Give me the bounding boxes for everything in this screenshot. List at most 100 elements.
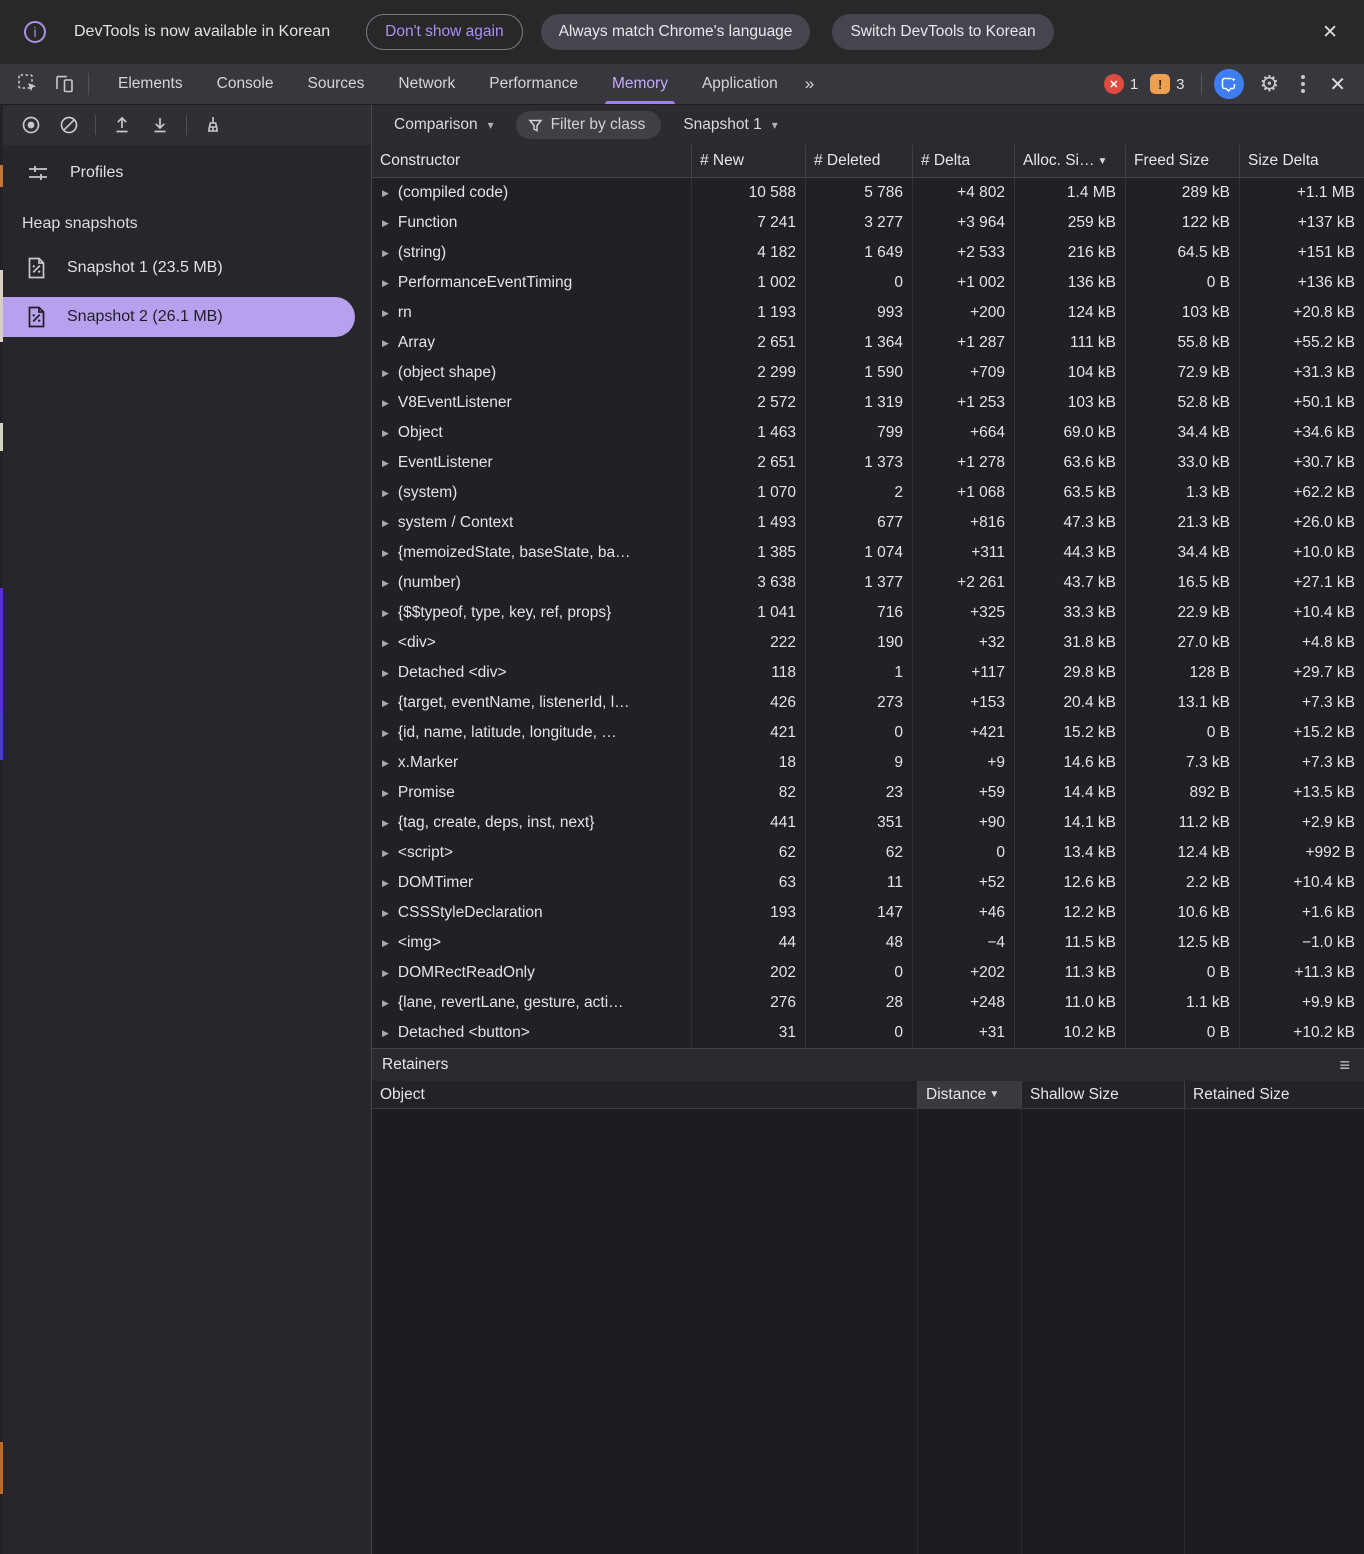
column-header[interactable]: Size Delta (1239, 145, 1364, 177)
table-row[interactable]: ▶ {$$typeof, type, key, ref, props} 1 041 7… (372, 598, 1364, 628)
expand-triangle-icon[interactable]: ▶ (382, 578, 389, 589)
sidebar-item-snapshot-1[interactable]: Snapshot 1 (23.5 MB) (0, 248, 371, 288)
inspect-element-icon[interactable] (10, 64, 46, 104)
baseline-snapshot-dropdown[interactable]: Snapshot 1 ▾ (675, 116, 785, 134)
sidebar-item-profiles[interactable]: Profiles (0, 151, 371, 195)
tab-elements[interactable]: Elements (101, 64, 200, 104)
table-row[interactable]: ▶ (object shape) 2 299 1 590 +709 104 kB 72.9 … (372, 358, 1364, 388)
expand-triangle-icon[interactable]: ▶ (382, 758, 389, 769)
view-mode-dropdown[interactable]: Comparison ▾ (386, 116, 502, 134)
tab-memory[interactable]: Memory (595, 64, 685, 104)
table-row[interactable]: ▶ system / Context 1 493 677 +816 47.3 kB 21.3… (372, 508, 1364, 538)
expand-triangle-icon[interactable]: ▶ (382, 908, 389, 919)
device-toolbar-icon[interactable] (46, 64, 82, 104)
table-row[interactable]: ▶ {lane, revertLane, gesture, acti… 276 28 +… (372, 988, 1364, 1018)
table-row[interactable]: ▶ <div> 222 190 +32 31.8 kB 27.0 kB +4.8 kB (372, 628, 1364, 658)
table-row[interactable]: ▶ (compiled code) 10 588 5 786 +4 802 1.4 MB 2… (372, 178, 1364, 208)
expand-triangle-icon[interactable]: ▶ (382, 698, 389, 709)
table-row[interactable]: ▶ DOMTimer 63 11 +52 12.6 kB 2.2 kB +10.4 kB (372, 868, 1364, 898)
expand-triangle-icon[interactable]: ▶ (382, 248, 389, 259)
table-row[interactable]: ▶ (number) 3 638 1 377 +2 261 43.7 kB 16.5 kB +… (372, 568, 1364, 598)
issues-badge-icon[interactable]: ! (1150, 74, 1171, 94)
record-heap-snapshot-icon[interactable] (14, 110, 48, 140)
expand-triangle-icon[interactable]: ▶ (382, 278, 389, 289)
tab-application[interactable]: Application (685, 64, 795, 104)
table-row[interactable]: ▶ Detached <div> 118 1 +117 29.8 kB 128 B +29.7… (372, 658, 1364, 688)
save-profile-icon[interactable] (143, 110, 177, 140)
expand-triangle-icon[interactable]: ▶ (382, 608, 389, 619)
table-row[interactable]: ▶ {memoizedState, baseState, ba… 1 385 1 07… (372, 538, 1364, 568)
more-options-icon[interactable] (1289, 75, 1317, 93)
load-profile-icon[interactable] (105, 110, 139, 140)
tab-console[interactable]: Console (200, 64, 291, 104)
expand-triangle-icon[interactable]: ▶ (382, 968, 389, 979)
expand-triangle-icon[interactable]: ▶ (382, 218, 389, 229)
table-row[interactable]: ▶ CSSStyleDeclaration 193 147 +46 12.2 kB 10.6… (372, 898, 1364, 928)
more-tabs-icon[interactable]: » (795, 64, 824, 104)
expand-triangle-icon[interactable]: ▶ (382, 998, 389, 1009)
tab-performance[interactable]: Performance (472, 64, 595, 104)
expand-triangle-icon[interactable]: ▶ (382, 938, 389, 949)
column-header[interactable]: Alloc. Si… ▼ (1014, 145, 1125, 177)
column-header[interactable]: # Delta (912, 145, 1014, 177)
retainers-column-header[interactable]: Object (372, 1081, 917, 1108)
retainers-column-header[interactable]: Shallow Size (1021, 1081, 1184, 1108)
expand-triangle-icon[interactable]: ▶ (382, 728, 389, 739)
expand-triangle-icon[interactable]: ▶ (382, 338, 389, 349)
table-row[interactable]: ▶ (string) 4 182 1 649 +2 533 216 kB 64.5 kB +1… (372, 238, 1364, 268)
match-language-button[interactable]: Always match Chrome's language (540, 14, 811, 50)
expand-triangle-icon[interactable]: ▶ (382, 188, 389, 199)
column-header[interactable]: # Deleted (805, 145, 912, 177)
switch-korean-button[interactable]: Switch DevTools to Korean (832, 14, 1054, 50)
class-filter-input[interactable]: Filter by class (515, 111, 662, 139)
error-count[interactable]: 1 (1130, 76, 1138, 93)
expand-triangle-icon[interactable]: ▶ (382, 428, 389, 439)
table-row[interactable]: ▶ {target, eventName, listenerId, l… 426 27… (372, 688, 1364, 718)
table-row[interactable]: ▶ Promise 82 23 +59 14.4 kB 892 B +13.5 kB (372, 778, 1364, 808)
table-row[interactable]: ▶ Function 7 241 3 277 +3 964 259 kB 122 kB +13… (372, 208, 1364, 238)
expand-triangle-icon[interactable]: ▶ (382, 398, 389, 409)
table-row[interactable]: ▶ DOMRectReadOnly 202 0 +202 11.3 kB 0 B +11.3 … (372, 958, 1364, 988)
retainers-column-header[interactable]: Retained Size (1184, 1081, 1364, 1108)
expand-triangle-icon[interactable]: ▶ (382, 848, 389, 859)
expand-triangle-icon[interactable]: ▶ (382, 518, 389, 529)
retainers-menu-icon[interactable]: ≡ (1335, 1055, 1354, 1076)
settings-gear-icon[interactable]: ⚙ (1252, 73, 1288, 95)
table-row[interactable]: ▶ {tag, create, deps, inst, next} 441 351 +9… (372, 808, 1364, 838)
infobar-close-icon[interactable]: ✕ (1314, 17, 1346, 48)
dont-show-again-button[interactable]: Don't show again (366, 14, 523, 50)
table-row[interactable]: ▶ <img> 44 48 −4 11.5 kB 12.5 kB −1.0 kB (372, 928, 1364, 958)
expand-triangle-icon[interactable]: ▶ (382, 818, 389, 829)
table-row[interactable]: ▶ Detached <button> 31 0 +31 10.2 kB 0 B +10.2 … (372, 1018, 1364, 1048)
table-row[interactable]: ▶ rn 1 193 993 +200 124 kB 103 kB +20.8 kB (372, 298, 1364, 328)
table-row[interactable]: ▶ EventListener 2 651 1 373 +1 278 63.6 kB 33.… (372, 448, 1364, 478)
table-row[interactable]: ▶ (system) 1 070 2 +1 068 63.5 kB 1.3 kB +62.2 … (372, 478, 1364, 508)
table-row[interactable]: ▶ PerformanceEventTiming 1 002 0 +1 002 136 k… (372, 268, 1364, 298)
expand-triangle-icon[interactable]: ▶ (382, 308, 389, 319)
expand-triangle-icon[interactable]: ▶ (382, 1028, 389, 1039)
expand-triangle-icon[interactable]: ▶ (382, 638, 389, 649)
expand-triangle-icon[interactable]: ▶ (382, 458, 389, 469)
table-row[interactable]: ▶ Object 1 463 799 +664 69.0 kB 34.4 kB +34.6 k… (372, 418, 1364, 448)
table-row[interactable]: ▶ x.Marker 18 9 +9 14.6 kB 7.3 kB +7.3 kB (372, 748, 1364, 778)
devtools-close-icon[interactable]: ✕ (1319, 72, 1356, 97)
table-row[interactable]: ▶ <script> 62 62 0 13.4 kB 12.4 kB +992 B (372, 838, 1364, 868)
tab-sources[interactable]: Sources (291, 64, 382, 104)
expand-triangle-icon[interactable]: ▶ (382, 368, 389, 379)
error-badge-icon[interactable]: ✕ (1103, 74, 1124, 94)
tab-network[interactable]: Network (381, 64, 472, 104)
column-header[interactable]: Freed Size (1125, 145, 1239, 177)
clean-garbage-icon[interactable] (196, 110, 230, 140)
retainers-column-header[interactable]: Distance ▼ (917, 1081, 1021, 1108)
expand-triangle-icon[interactable]: ▶ (382, 548, 389, 559)
expand-triangle-icon[interactable]: ▶ (382, 878, 389, 889)
column-header[interactable]: # New (691, 145, 805, 177)
expand-triangle-icon[interactable]: ▶ (382, 788, 389, 799)
table-row[interactable]: ▶ Array 2 651 1 364 +1 287 111 kB 55.8 kB +55.2… (372, 328, 1364, 358)
expand-triangle-icon[interactable]: ▶ (382, 488, 389, 499)
expand-triangle-icon[interactable]: ▶ (382, 668, 389, 679)
issue-count[interactable]: 3 (1176, 76, 1184, 93)
ai-device-mode-icon[interactable] (1213, 69, 1244, 99)
sidebar-item-snapshot-2[interactable]: Snapshot 2 (26.1 MB) (0, 297, 371, 337)
table-row[interactable]: ▶ V8EventListener 2 572 1 319 +1 253 103 kB 52… (372, 388, 1364, 418)
